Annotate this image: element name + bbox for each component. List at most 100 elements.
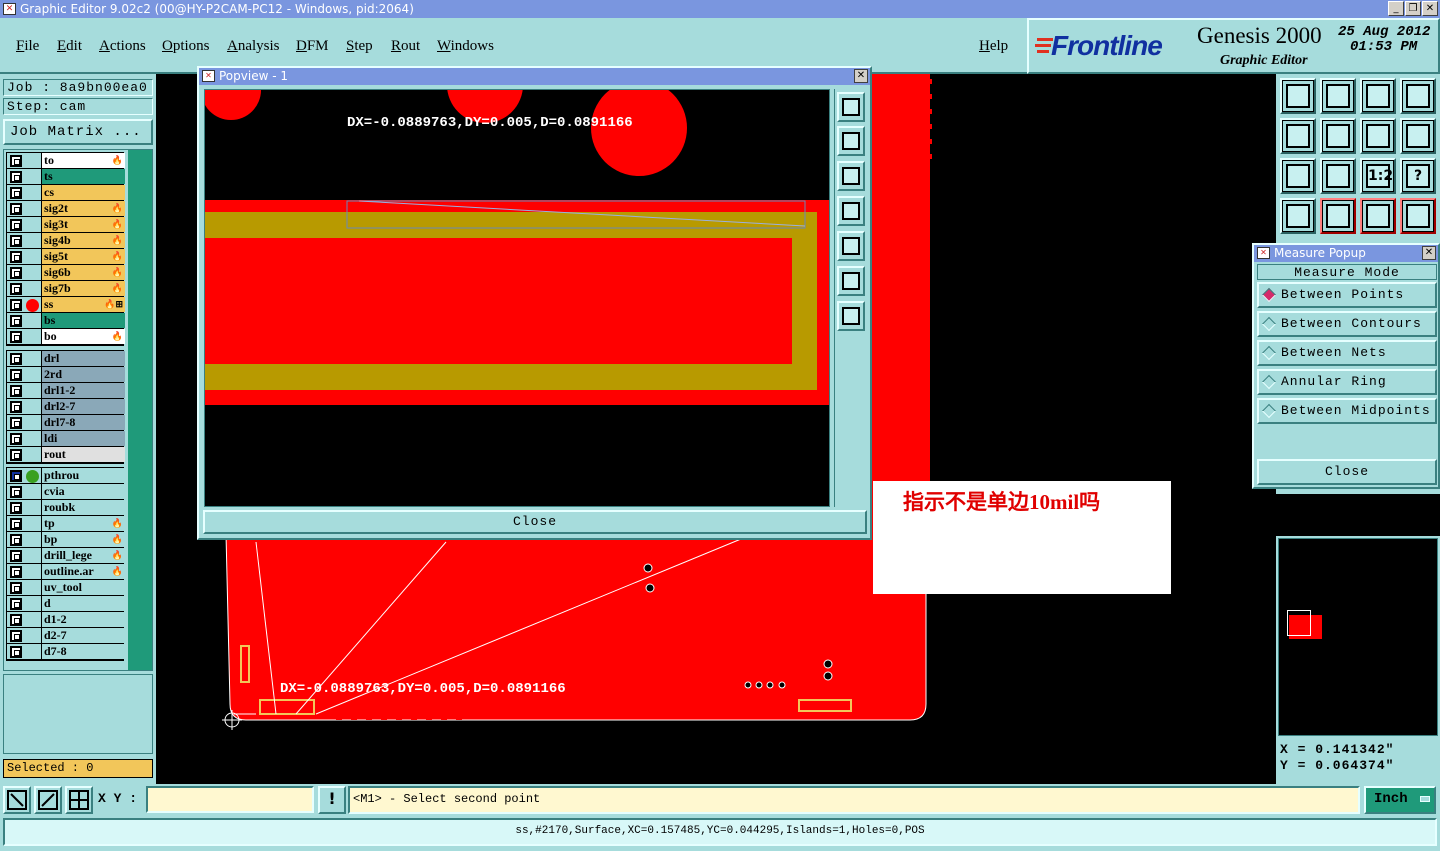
menu-analysis[interactable]: Analysis (227, 38, 280, 55)
grid-snap-icon[interactable] (65, 786, 93, 814)
layer-name[interactable]: roubk (41, 500, 125, 515)
layer-checkbox[interactable] (10, 598, 22, 610)
layer-checkbox[interactable] (10, 369, 22, 381)
mode-between-midpoints[interactable]: Between Midpoints (1257, 398, 1437, 424)
layer-row-sig7b[interactable]: sig7b 🔥 (7, 281, 125, 297)
layer-name[interactable]: pthrou (41, 468, 125, 483)
layer-checkbox[interactable] (10, 267, 22, 279)
layer-row-rout[interactable]: rout (7, 447, 125, 463)
layer-row-cvia[interactable]: cvia (7, 484, 125, 500)
pan-right-icon[interactable] (1320, 118, 1356, 154)
layer-checkbox[interactable] (10, 534, 22, 546)
layer-row-ts[interactable]: ts (7, 169, 125, 185)
layer-name[interactable]: ss 🔥⊞ (41, 297, 125, 312)
menu-step[interactable]: Step (346, 38, 373, 55)
pan-left-icon[interactable] (1280, 118, 1316, 154)
popview-canvas[interactable]: DX=-0.0889763,DY=0.005,D=0.0891166 (204, 89, 830, 507)
maximize-button[interactable]: ❐ (1405, 1, 1421, 16)
popview-close-x[interactable]: ✕ (854, 69, 868, 83)
layer-checkbox[interactable] (10, 470, 22, 482)
menu-rout[interactable]: Rout (391, 38, 420, 55)
layer-name[interactable]: drl2-7 (41, 399, 125, 414)
layer-name[interactable]: sig5t 🔥 (41, 249, 125, 264)
layer-checkbox[interactable] (10, 235, 22, 247)
layer-row-cs[interactable]: cs (7, 185, 125, 201)
layer-row-d7-8[interactable]: d7-8 (7, 644, 125, 660)
mirror-icon[interactable] (1360, 118, 1396, 154)
layer-row-d1-2[interactable]: d1-2 (7, 612, 125, 628)
help-query-icon[interactable]: ? (1400, 158, 1436, 194)
layer-name[interactable]: drl (41, 351, 125, 366)
xy-input[interactable] (146, 786, 314, 813)
layer-toggle-icon[interactable] (1400, 198, 1436, 234)
measure-close-button[interactable]: Close (1257, 459, 1437, 485)
layer-checkbox[interactable] (10, 614, 22, 626)
layer-checkbox[interactable] (10, 433, 22, 445)
layer-name[interactable]: outline.ar 🔥 (41, 564, 125, 579)
layer-name[interactable]: drl7-8 (41, 415, 125, 430)
layer-row-outline.ar[interactable]: outline.ar 🔥 (7, 564, 125, 580)
layer-scrollbar[interactable] (128, 150, 152, 670)
layer-row-d[interactable]: d (7, 596, 125, 612)
layer-row-sig4b[interactable]: sig4b 🔥 (7, 233, 125, 249)
layer-name[interactable]: sig4b 🔥 (41, 233, 125, 248)
layer-row-ldi[interactable]: ldi (7, 431, 125, 447)
layer-name[interactable]: sig3t 🔥 (41, 217, 125, 232)
layer-row-sig5t[interactable]: sig5t 🔥 (7, 249, 125, 265)
layer-checkbox[interactable] (10, 299, 22, 311)
layer-checkbox[interactable] (10, 486, 22, 498)
layer-checkbox[interactable] (10, 251, 22, 263)
popview-pan-down-icon[interactable] (837, 161, 865, 191)
center-icon[interactable] (1320, 158, 1356, 194)
layer-name[interactable]: rout (41, 447, 125, 462)
layer-name[interactable]: bs (41, 313, 125, 328)
layer-name[interactable]: bo 🔥 (41, 329, 125, 344)
layer-row-bs[interactable]: bs (7, 313, 125, 329)
fit-screen-icon[interactable] (1280, 158, 1316, 194)
layer-name[interactable]: cs (41, 185, 125, 200)
units-selector[interactable]: Inch (1364, 786, 1436, 814)
layer-checkbox[interactable] (10, 630, 22, 642)
layer-row-roubk[interactable]: roubk (7, 500, 125, 516)
layer-name[interactable]: sig2t 🔥 (41, 201, 125, 216)
menu-options[interactable]: Options (162, 38, 210, 55)
layer-row-drill_lege[interactable]: drill_lege 🔥 (7, 548, 125, 564)
layer-checkbox[interactable] (10, 385, 22, 397)
measure-tools-icon[interactable] (1280, 198, 1316, 234)
split-view-icon[interactable] (1400, 78, 1436, 114)
layer-row-sig3t[interactable]: sig3t 🔥 (7, 217, 125, 233)
layer-row-drl[interactable]: drl (7, 351, 125, 367)
layer-name[interactable]: 2rd (41, 367, 125, 382)
mode-between-points[interactable]: Between Points (1257, 282, 1437, 308)
layer-row-ss[interactable]: ss 🔥⊞ (7, 297, 125, 313)
popview-pan-up-icon[interactable] (837, 126, 865, 156)
popview-pan-right-icon[interactable] (837, 231, 865, 261)
layer-checkbox[interactable] (10, 331, 22, 343)
menu-actions[interactable]: Actions (99, 38, 146, 55)
layer-row-tp[interactable]: tp 🔥 (7, 516, 125, 532)
layer-name[interactable]: d (41, 596, 125, 611)
layer-row-drl2-7[interactable]: drl2-7 (7, 399, 125, 415)
close-window-button[interactable]: ✕ (1422, 1, 1438, 16)
layer-name[interactable]: d1-2 (41, 612, 125, 627)
layer-checkbox[interactable] (10, 353, 22, 365)
net-probe-icon[interactable] (1320, 198, 1356, 234)
layer-name[interactable]: to 🔥 (41, 153, 125, 168)
layer-row-drl1-2[interactable]: drl1-2 (7, 383, 125, 399)
one-to-two-icon[interactable]: 1:2 (1360, 158, 1396, 194)
popview-fit-icon[interactable] (837, 266, 865, 296)
popview-center-icon[interactable] (837, 301, 865, 331)
layer-color-icon[interactable] (1360, 198, 1396, 234)
zoom-fit-icon[interactable] (1320, 78, 1356, 114)
measure-mode-icon[interactable] (34, 786, 62, 814)
layer-checkbox[interactable] (10, 449, 22, 461)
overview-view-frame[interactable] (1287, 610, 1311, 636)
layer-checkbox[interactable] (10, 219, 22, 231)
menu-edit[interactable]: Edit (57, 38, 82, 55)
menu-help[interactable]: Help (979, 38, 1008, 55)
house-icon[interactable] (1360, 78, 1396, 114)
layer-checkbox[interactable] (10, 417, 22, 429)
layer-checkbox[interactable] (10, 401, 22, 413)
layer-name[interactable]: d7-8 (41, 644, 125, 659)
layer-checkbox[interactable] (10, 518, 22, 530)
